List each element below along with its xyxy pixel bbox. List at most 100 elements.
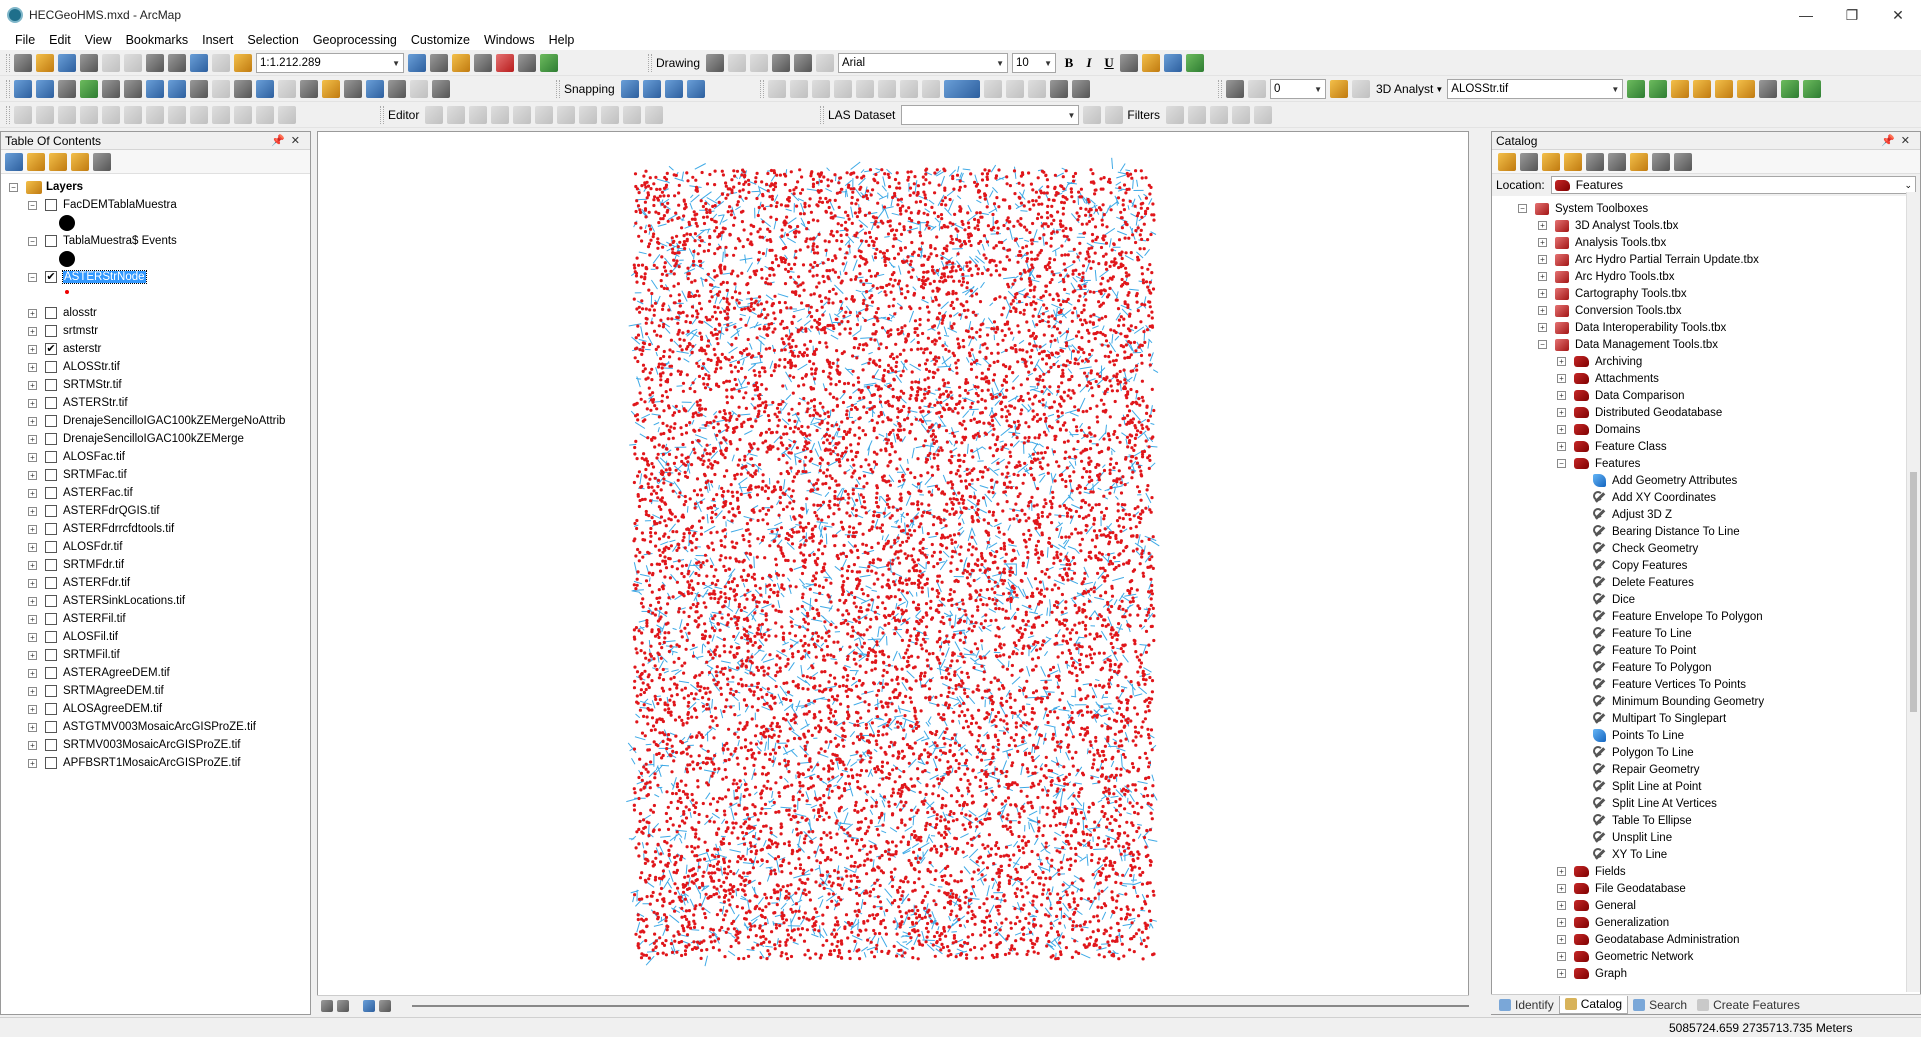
map-view[interactable]: [317, 131, 1469, 1015]
menu-file[interactable]: File: [8, 33, 42, 47]
expand-icon[interactable]: +: [1557, 867, 1566, 876]
print-icon[interactable]: [80, 54, 98, 72]
catalog-item-tool[interactable]: Dice: [1576, 591, 1635, 608]
catalog-item-toolset[interactable]: + Geodatabase Administration: [1557, 931, 1739, 948]
layer-row[interactable]: + SRTMFac.tif: [28, 466, 127, 484]
map-canvas[interactable]: [318, 132, 1468, 994]
catalog-item-tool[interactable]: XY To Line: [1576, 846, 1667, 863]
layer-visibility-checkbox[interactable]: [45, 415, 57, 427]
3d-analyst-menu[interactable]: 3D Analyst: [1376, 82, 1433, 96]
swipe-icon[interactable]: [1248, 80, 1266, 98]
map-horizontal-scrollbar[interactable]: [412, 1005, 1469, 1007]
catalog-item-tool[interactable]: Split Line At Vertices: [1576, 795, 1717, 812]
pause-drawing-icon[interactable]: [379, 999, 391, 1012]
toolbar-grip[interactable]: [648, 54, 652, 72]
catalog-item-tool[interactable]: Feature Vertices To Points: [1576, 676, 1746, 693]
layer-visibility-checkbox[interactable]: [45, 451, 57, 463]
menu-windows[interactable]: Windows: [477, 33, 542, 47]
cut-icon[interactable]: [102, 54, 120, 72]
layer-row[interactable]: + ASTERFdrrcfdtools.tif: [28, 520, 174, 538]
catalog-item-toolset[interactable]: + Domains: [1557, 421, 1640, 438]
zoom-whole-page-icon[interactable]: [750, 54, 769, 72]
expand-icon[interactable]: +: [1557, 374, 1566, 383]
catalog-item-toolbox[interactable]: + Data Interoperability Tools.tbx: [1538, 319, 1726, 336]
menu-geoprocessing[interactable]: Geoprocessing: [306, 33, 404, 47]
catalog-options-icon[interactable]: [1674, 152, 1692, 171]
layer-visibility-checkbox[interactable]: [45, 325, 57, 337]
catalog-item-toolset[interactable]: + Attachments: [1557, 370, 1659, 387]
layer-row[interactable]: + ALOSFdr.tif: [28, 538, 122, 556]
layer-row[interactable]: + ALOSStr.tif: [28, 358, 120, 376]
expand-icon[interactable]: +: [28, 308, 37, 318]
tab-identify[interactable]: Identify: [1494, 996, 1559, 1014]
list-by-visibility-icon[interactable]: [49, 152, 67, 171]
layer-row[interactable]: + DrenajeSencilloIGAC100kZEMergeNoAttrib: [28, 412, 285, 430]
catalog-item-toolbox-folder[interactable]: − System Toolboxes: [1518, 200, 1648, 217]
interpolate-polygon-icon[interactable]: [1737, 80, 1756, 98]
arctoolbox-icon[interactable]: [496, 54, 514, 72]
expand-icon[interactable]: +: [28, 560, 37, 570]
time-slider-icon[interactable]: [410, 80, 428, 98]
catalog-item-tool[interactable]: Table To Ellipse: [1576, 812, 1692, 829]
catalog-window-icon[interactable]: [452, 54, 470, 72]
find-icon[interactable]: [344, 80, 362, 98]
layer-visibility-checkbox[interactable]: [45, 757, 57, 769]
go-back-icon[interactable]: [146, 80, 164, 98]
menu-view[interactable]: View: [78, 33, 119, 47]
interpolate-point-icon[interactable]: [1693, 80, 1712, 98]
point-snapping-icon[interactable]: [620, 80, 639, 98]
layer-row[interactable]: + ASTGTMV003MosaicArcGISProZE.tif: [28, 718, 256, 736]
catalog-item-toolset[interactable]: + Archiving: [1557, 353, 1642, 370]
minimize-button[interactable]: —: [1783, 0, 1829, 30]
layout-tool-icon[interactable]: [1072, 80, 1090, 98]
rectangle-icon[interactable]: [772, 54, 791, 72]
collapse-icon[interactable]: −: [1518, 204, 1527, 213]
layer-row[interactable]: + srtmstr: [28, 322, 98, 340]
expand-icon[interactable]: +: [1538, 255, 1547, 264]
toolbar-grip[interactable]: [6, 80, 10, 98]
open-folder-icon[interactable]: [36, 54, 54, 72]
drawing-menu[interactable]: Drawing: [656, 56, 700, 70]
list-by-drawing-order-icon[interactable]: [5, 152, 23, 171]
catalog-item-toolbox[interactable]: + Arc Hydro Tools.tbx: [1538, 268, 1675, 285]
layer-visibility-checkbox[interactable]: [45, 631, 57, 643]
italic-button[interactable]: I: [1080, 55, 1098, 71]
layer-visibility-checkbox[interactable]: [45, 235, 57, 247]
save-icon[interactable]: [58, 54, 76, 72]
menu-selection[interactable]: Selection: [240, 33, 305, 47]
expand-icon[interactable]: +: [28, 524, 37, 534]
panel-pin-close-icon[interactable]: 📌✕: [1881, 134, 1916, 147]
hyperlink-icon[interactable]: [278, 80, 296, 98]
clear-selection-icon[interactable]: [212, 80, 230, 98]
layer-visibility-checkbox[interactable]: [45, 613, 57, 625]
catalog-item-tool[interactable]: Check Geometry: [1576, 540, 1698, 557]
layer-row[interactable]: + SRTMStr.tif: [28, 376, 122, 394]
layer-row[interactable]: + ASTERSinkLocations.tif: [28, 592, 185, 610]
toc-window-icon[interactable]: [430, 54, 448, 72]
expand-icon[interactable]: +: [28, 416, 37, 426]
layer-row[interactable]: + ALOSFac.tif: [28, 448, 125, 466]
close-button[interactable]: ✕: [1875, 0, 1921, 30]
expand-icon[interactable]: +: [28, 470, 37, 480]
layer-row[interactable]: + SRTMAgreeDEM.tif: [28, 682, 164, 700]
interpolate-line-icon[interactable]: [1715, 80, 1734, 98]
copy-icon[interactable]: [124, 54, 142, 72]
font-color-icon[interactable]: [1120, 54, 1139, 72]
layout-tool-icon[interactable]: [1050, 80, 1068, 98]
catalog-item-tool[interactable]: Feature To Point: [1576, 642, 1696, 659]
find-route-icon[interactable]: [366, 80, 384, 98]
font-name-combo[interactable]: Arial ▼: [838, 53, 1009, 73]
layer-visibility-checkbox[interactable]: [45, 523, 57, 535]
location-combo[interactable]: Features ⌄: [1550, 176, 1916, 194]
snapping-menu[interactable]: Snapping: [564, 82, 615, 96]
catalog-item-toolset[interactable]: − Features: [1557, 455, 1640, 472]
line-color-icon[interactable]: [1164, 54, 1183, 72]
expand-icon[interactable]: +: [28, 488, 37, 498]
menu-edit[interactable]: Edit: [42, 33, 78, 47]
catalog-item-toolset[interactable]: + Fields: [1557, 863, 1626, 880]
expand-icon[interactable]: +: [1557, 442, 1566, 451]
callout-icon[interactable]: [816, 54, 835, 72]
catalog-item-tool[interactable]: Bearing Distance To Line: [1576, 523, 1740, 540]
layer-row[interactable]: + APFBSRT1MosaicArcGISProZE.tif: [28, 754, 240, 772]
home-folder-icon[interactable]: [1564, 152, 1582, 171]
